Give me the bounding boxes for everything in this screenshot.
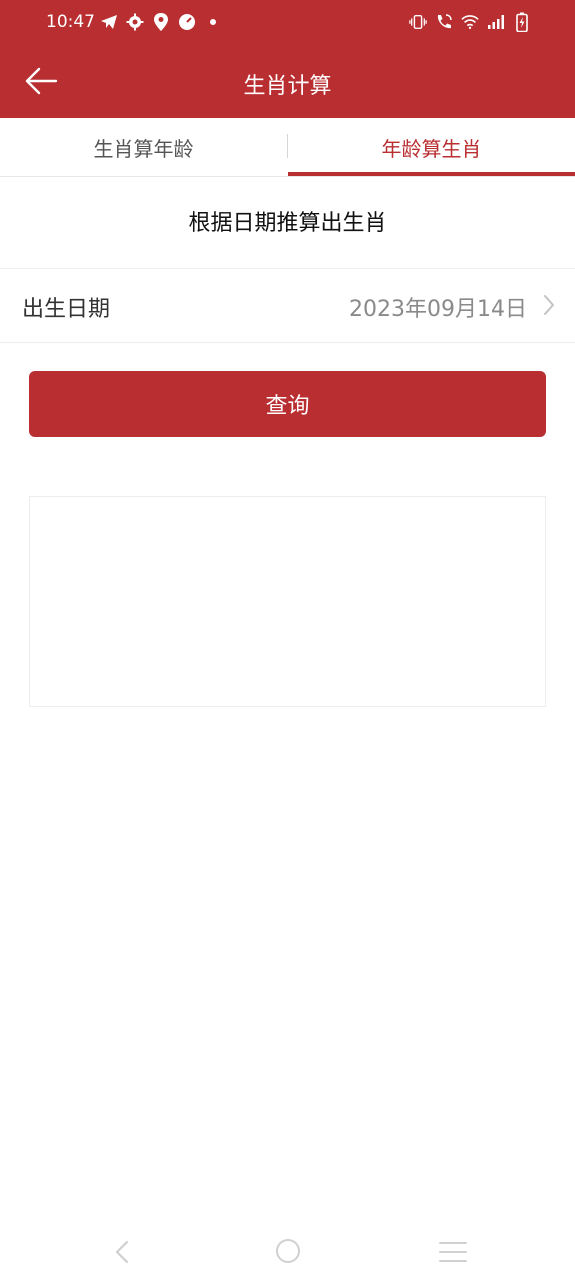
nav-home-icon[interactable] [275,1238,301,1268]
wifi-icon [461,11,479,33]
query-button-label: 查询 [265,394,310,419]
speed-icon [178,11,196,33]
system-nav-bar [0,1224,575,1280]
result-panel [29,496,546,707]
telegram-icon [100,11,118,33]
tab-label: 年龄算生肖 [381,136,482,161]
page-title: 生肖计算 [243,74,332,99]
birth-date-label: 出生日期 [22,297,111,322]
tab-age-to-zodiac[interactable]: 年龄算生肖 [288,118,575,176]
status-bar: 10:47 [0,0,575,48]
tab-zodiac-to-age[interactable]: 生肖算年龄 [0,118,287,176]
status-time: 10:47 [46,12,95,32]
nav-back-icon[interactable] [110,1238,134,1270]
tab-bar: 生肖算年龄 年龄算生肖 [0,118,575,177]
battery-charging-icon [513,11,531,33]
dot-icon [204,11,222,33]
tab-label: 生肖算年龄 [93,136,194,161]
tab-active-indicator [288,172,575,176]
location-icon [152,11,170,33]
query-button[interactable]: 查询 [29,371,546,437]
signal-icon [487,11,505,33]
birth-date-row[interactable]: 出生日期 2023年09月14日 [0,268,575,343]
vibrate-icon [409,11,427,33]
wifi-call-icon [435,11,453,33]
app-bar: 生肖计算 [0,48,575,118]
status-left-icons [100,11,222,33]
settings-icon [126,11,144,33]
birth-date-value[interactable]: 2023年09月14日 [349,291,527,323]
status-right-icons [409,11,531,33]
chevron-right-icon [541,293,557,317]
nav-menu-icon[interactable] [438,1240,468,1268]
section-title: 根据日期推算出生肖 [188,211,387,236]
